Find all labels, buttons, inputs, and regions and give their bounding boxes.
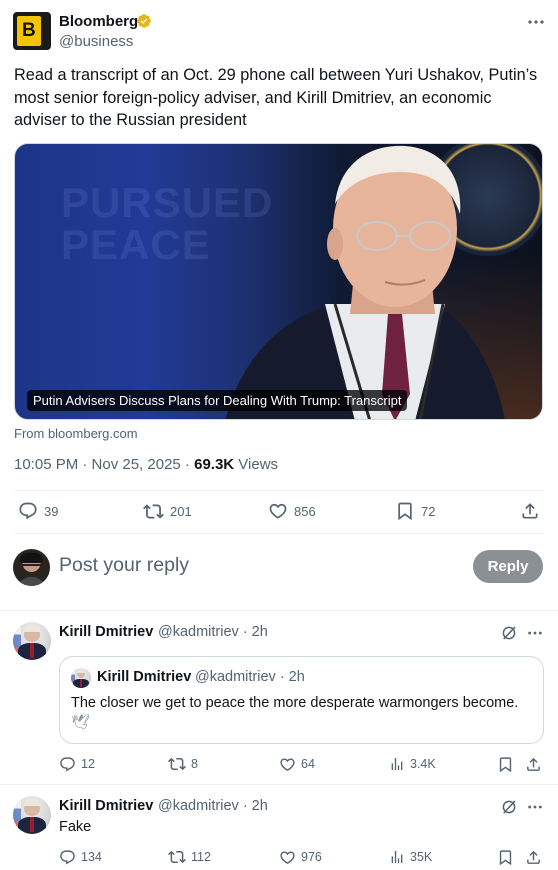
reply-author-handle[interactable]: @kadmitriev · 2h — [158, 624, 268, 640]
quoted-author-avatar — [71, 668, 91, 688]
current-user-avatar[interactable] — [13, 549, 50, 586]
bookmark-button[interactable]: 72 — [395, 500, 435, 522]
more-icon[interactable] — [525, 797, 545, 817]
repost-button[interactable]: 8 — [168, 753, 198, 775]
link-card-image[interactable]: PURSUED PEACE Putin Advisers Discuss Pla… — [14, 143, 543, 420]
views-count: 3.4K — [410, 757, 436, 771]
reply-author-name[interactable]: Kirill Dmitriev — [59, 798, 153, 814]
reply-icon — [59, 756, 76, 773]
reply-input[interactable]: Post your reply — [59, 554, 189, 577]
verified-badge-icon — [136, 13, 152, 29]
share-icon — [520, 501, 540, 521]
more-icon[interactable] — [524, 12, 548, 32]
repost-icon — [168, 848, 186, 866]
tweet-text: Read a transcript of an Oct. 29 phone ca… — [14, 66, 538, 129]
repost-button[interactable]: 112 — [168, 846, 211, 868]
like-icon — [268, 501, 288, 521]
bookmark-icon — [395, 501, 415, 521]
like-count: 976 — [301, 850, 322, 864]
bloomberg-avatar[interactable]: B — [13, 12, 51, 50]
like-count: 64 — [301, 757, 315, 771]
like-button[interactable]: 64 — [279, 753, 315, 775]
reply-count: 12 — [81, 757, 95, 771]
tweet-meta: 10:05 PM · Nov 25, 2025 · 69.3K Views — [14, 456, 278, 473]
quoted-author-handle: @kadmitriev · 2h — [195, 669, 305, 685]
repost-button[interactable]: 201 — [143, 500, 192, 522]
views-count: 35K — [410, 850, 433, 864]
bookmark-icon — [497, 849, 514, 866]
like-button[interactable]: 856 — [268, 500, 316, 522]
reply-count: 39 — [44, 503, 59, 519]
bookmark-button[interactable] — [497, 753, 514, 775]
views-button[interactable]: 35K — [389, 846, 432, 868]
author-handle[interactable]: @business — [59, 33, 133, 50]
reply-button[interactable]: 39 — [18, 500, 58, 522]
views-label: Views — [234, 456, 279, 473]
dove-emoji: 🕊 — [71, 714, 91, 731]
repost-icon — [143, 501, 164, 522]
reply-icon — [59, 849, 76, 866]
timestamp[interactable]: 10:05 PM · Nov 25, 2025 · — [14, 456, 194, 473]
link-card-caption: Putin Advisers Discuss Plans for Dealing… — [27, 390, 408, 411]
share-button[interactable] — [525, 753, 542, 775]
like-icon — [279, 756, 296, 773]
more-icon[interactable] — [525, 623, 545, 643]
grok-icon[interactable] — [499, 797, 519, 817]
views-icon — [389, 756, 405, 772]
repost-count: 201 — [170, 503, 192, 519]
bookmark-count: 72 — [421, 503, 436, 519]
reply-author-avatar[interactable] — [13, 796, 51, 834]
bookmark-button[interactable] — [497, 846, 514, 868]
reply-author-avatar[interactable] — [13, 622, 51, 660]
photo-subject — [225, 145, 505, 419]
grok-icon[interactable] — [499, 623, 519, 643]
repost-count: 112 — [191, 850, 211, 864]
views-icon — [389, 849, 405, 865]
reply-count: 134 — [81, 850, 102, 864]
reply-button[interactable]: 134 — [59, 846, 102, 868]
repost-icon — [168, 755, 186, 773]
views-button[interactable]: 3.4K — [389, 753, 436, 775]
reply-author-handle[interactable]: @kadmitriev · 2h — [158, 798, 268, 814]
reply-text: Fake — [59, 819, 92, 835]
tweet-actions: 39 201 856 72 — [0, 500, 558, 524]
views-count: 69.3K — [194, 456, 235, 473]
avatar-letter: B — [22, 20, 36, 41]
like-icon — [279, 849, 296, 866]
reply-icon — [18, 501, 38, 521]
share-icon — [525, 756, 542, 773]
quoted-text: The closer we get to peace the more desp… — [71, 695, 519, 711]
like-button[interactable]: 976 — [279, 846, 322, 868]
share-button[interactable] — [525, 846, 542, 868]
reply-button[interactable]: 12 — [59, 753, 95, 775]
author-name[interactable]: Bloomberg — [59, 13, 138, 30]
repost-count: 8 — [191, 757, 198, 771]
quoted-author-name: Kirill Dmitriev — [97, 669, 192, 685]
share-icon — [525, 849, 542, 866]
reply-author-name[interactable]: Kirill Dmitriev — [59, 624, 153, 640]
reply-submit-button[interactable]: Reply — [473, 550, 543, 583]
link-source[interactable]: From bloomberg.com — [14, 426, 138, 441]
bookmark-icon — [497, 756, 514, 773]
quoted-tweet[interactable]: Kirill Dmitriev @kadmitriev · 2h The clo… — [59, 656, 544, 744]
share-button[interactable] — [520, 500, 540, 522]
like-count: 856 — [294, 503, 316, 519]
